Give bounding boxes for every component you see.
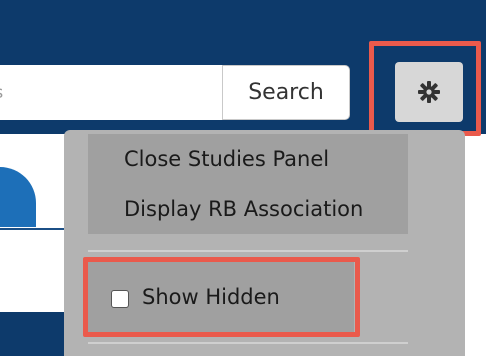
menu-divider <box>88 250 408 252</box>
panel-footer-bar <box>0 312 65 356</box>
search-button[interactable]: Search <box>222 65 350 120</box>
menu-item-display-rb-association[interactable]: Display RB Association <box>124 197 363 221</box>
show-hidden-checkbox[interactable] <box>111 290 129 308</box>
search-field[interactable] <box>0 65 222 120</box>
menu-divider <box>88 342 408 344</box>
show-hidden-label[interactable]: Show Hidden <box>142 285 280 309</box>
tab-underline <box>0 228 65 230</box>
highlight-settings-button <box>369 41 481 136</box>
menu-item-close-studies-panel[interactable]: Close Studies Panel <box>124 147 329 171</box>
search-input[interactable] <box>0 65 222 120</box>
